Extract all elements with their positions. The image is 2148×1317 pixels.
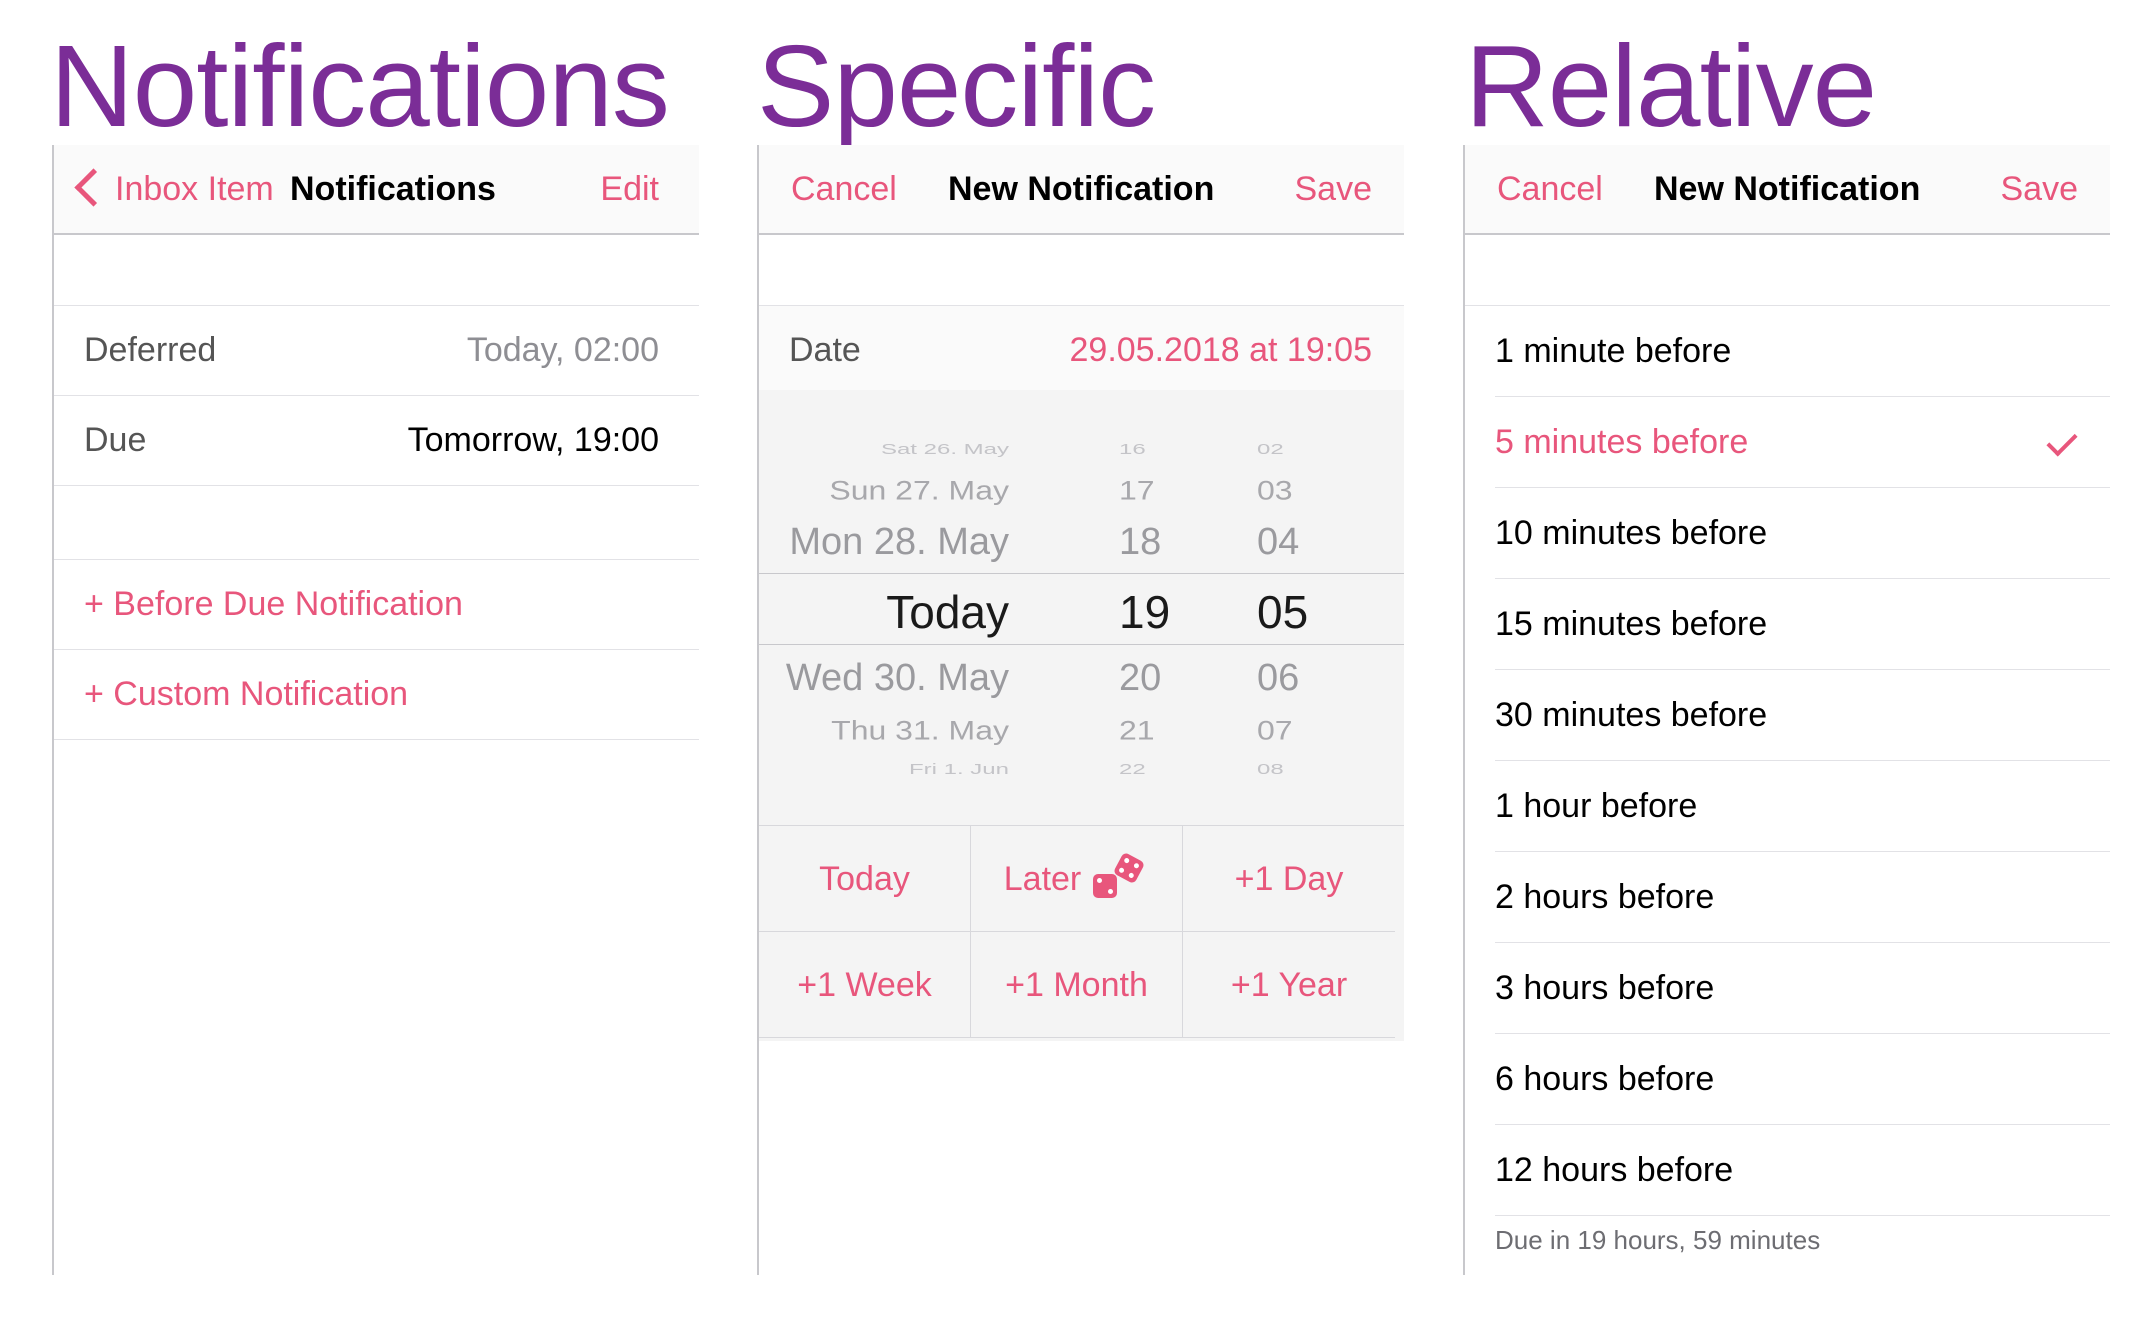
relative-option[interactable]: 30 minutes before <box>1495 670 2110 761</box>
add-custom-notification[interactable]: + Custom Notification <box>54 650 699 740</box>
plus-one-month-button[interactable]: +1 Month <box>971 932 1183 1038</box>
relative-option[interactable]: 1 hour before <box>1495 761 2110 852</box>
relative-option-label: 12 hours before <box>1495 1151 1734 1189</box>
due-value: Tomorrow, 19:00 <box>407 421 659 459</box>
picker-minute-6[interactable]: 08 <box>1257 762 1284 779</box>
picker-day-3[interactable]: Today <box>886 585 1009 639</box>
relative-option-label: 6 hours before <box>1495 1060 1715 1098</box>
relative-option-label: 30 minutes before <box>1495 696 1768 734</box>
edit-button[interactable]: Edit <box>600 145 659 233</box>
picker-minute-0[interactable]: 02 <box>1257 442 1284 459</box>
picker-day-1[interactable]: Sun 27. May <box>829 475 1009 506</box>
plus-one-year-button[interactable]: +1 Year <box>1183 932 1395 1038</box>
picker-minute-2[interactable]: 04 <box>1257 521 1299 564</box>
nav-title: New Notification <box>948 170 1215 208</box>
picker-day-4[interactable]: Wed 30. May <box>786 657 1009 700</box>
relative-option-label: 2 hours before <box>1495 878 1715 916</box>
picker-minute-3[interactable]: 05 <box>1257 585 1308 639</box>
picker-minute-1[interactable]: 03 <box>1257 475 1293 506</box>
cancel-button[interactable]: Cancel <box>791 145 897 233</box>
chevron-left-icon <box>74 167 113 207</box>
relative-option-label: 3 hours before <box>1495 969 1715 1007</box>
save-button[interactable]: Save <box>2001 145 2079 233</box>
nav-title: Notifications <box>290 170 496 208</box>
relative-option-label: 5 minutes before <box>1495 423 1749 461</box>
checkmark-icon <box>2046 425 2078 457</box>
picker-hour-1[interactable]: 17 <box>1119 475 1155 506</box>
quick-date-buttons: Today Later +1 Day +1 Week +1 Month +1 Y… <box>759 825 1404 1041</box>
nav-title: New Notification <box>1654 170 1921 208</box>
add-custom-label: + Custom Notification <box>84 675 409 713</box>
add-before-due-label: + Before Due Notification <box>84 585 463 623</box>
add-before-due-notification[interactable]: + Before Due Notification <box>54 560 699 650</box>
date-value: 29.05.2018 at 19:05 <box>1069 331 1373 369</box>
date-row[interactable]: Date 29.05.2018 at 19:05 <box>759 306 1404 395</box>
deferred-value: Today, 02:00 <box>466 331 659 369</box>
plus-one-day-button[interactable]: +1 Day <box>1183 826 1395 932</box>
picker-day-2[interactable]: Mon 28. May <box>789 521 1009 564</box>
relative-option[interactable]: 1 minute before <box>1495 306 2110 397</box>
picker-hour-5[interactable]: 21 <box>1119 715 1155 746</box>
picker-hour-4[interactable]: 20 <box>1119 657 1161 700</box>
relative-option[interactable]: 2 hours before <box>1495 852 2110 943</box>
today-button[interactable]: Today <box>759 826 971 932</box>
later-button[interactable]: Later <box>971 826 1183 932</box>
due-summary: Due in 19 hours, 59 minutes <box>1495 1225 1821 1255</box>
deferred-label: Deferred <box>84 331 217 369</box>
picker-day-0[interactable]: Sat 26. May <box>881 442 1009 459</box>
relative-option[interactable]: 10 minutes before <box>1495 488 2110 579</box>
picker-hour-3[interactable]: 19 <box>1119 585 1170 639</box>
back-button[interactable]: Inbox Item <box>74 145 274 233</box>
relative-heading: Relative <box>1465 21 1877 151</box>
later-label: Later <box>1003 860 1082 898</box>
specific-screen: Cancel New Notification Save Date 29.05.… <box>757 145 1404 1275</box>
relative-option[interactable]: 15 minutes before <box>1495 579 2110 670</box>
relative-option-label: 15 minutes before <box>1495 605 1768 643</box>
picker-minute-4[interactable]: 06 <box>1257 657 1299 700</box>
picker-day-5[interactable]: Thu 31. May <box>831 715 1009 746</box>
relative-option[interactable]: 3 hours before <box>1495 943 2110 1034</box>
specific-heading: Specific <box>757 21 1156 151</box>
due-label: Due <box>84 421 147 459</box>
navigation-bar: Cancel New Notification Save <box>759 145 1404 235</box>
relative-screen: Cancel New Notification Save 1 minute be… <box>1463 145 2110 1275</box>
plus-one-week-button[interactable]: +1 Week <box>759 932 971 1038</box>
navigation-bar: Cancel New Notification Save <box>1465 145 2110 235</box>
deferred-row[interactable]: Deferred Today, 02:00 <box>54 306 699 396</box>
relative-option-label: 10 minutes before <box>1495 514 1768 552</box>
relative-option[interactable]: 12 hours before <box>1495 1125 2110 1216</box>
navigation-bar: Inbox Item Notifications Edit <box>54 145 699 235</box>
picker-day-6[interactable]: Fri 1. Jun <box>909 762 1009 779</box>
picker-hour-6[interactable]: 22 <box>1119 762 1146 779</box>
notifications-heading: Notifications <box>50 21 670 151</box>
cancel-button[interactable]: Cancel <box>1497 145 1603 233</box>
notifications-screen: Inbox Item Notifications Edit Deferred T… <box>52 145 699 1275</box>
picker-hour-0[interactable]: 16 <box>1119 442 1146 459</box>
relative-option-label: 1 minute before <box>1495 332 1732 370</box>
due-row[interactable]: Due Tomorrow, 19:00 <box>54 396 699 486</box>
relative-option[interactable]: 5 minutes before <box>1495 397 2110 488</box>
save-button[interactable]: Save <box>1295 145 1373 233</box>
dice-icon <box>1091 851 1149 902</box>
relative-option-label: 1 hour before <box>1495 787 1698 825</box>
date-label: Date <box>789 331 861 369</box>
back-label: Inbox Item <box>115 170 274 208</box>
picker-hour-2[interactable]: 18 <box>1119 521 1161 564</box>
relative-option[interactable]: 6 hours before <box>1495 1034 2110 1125</box>
picker-minute-5[interactable]: 07 <box>1257 715 1293 746</box>
